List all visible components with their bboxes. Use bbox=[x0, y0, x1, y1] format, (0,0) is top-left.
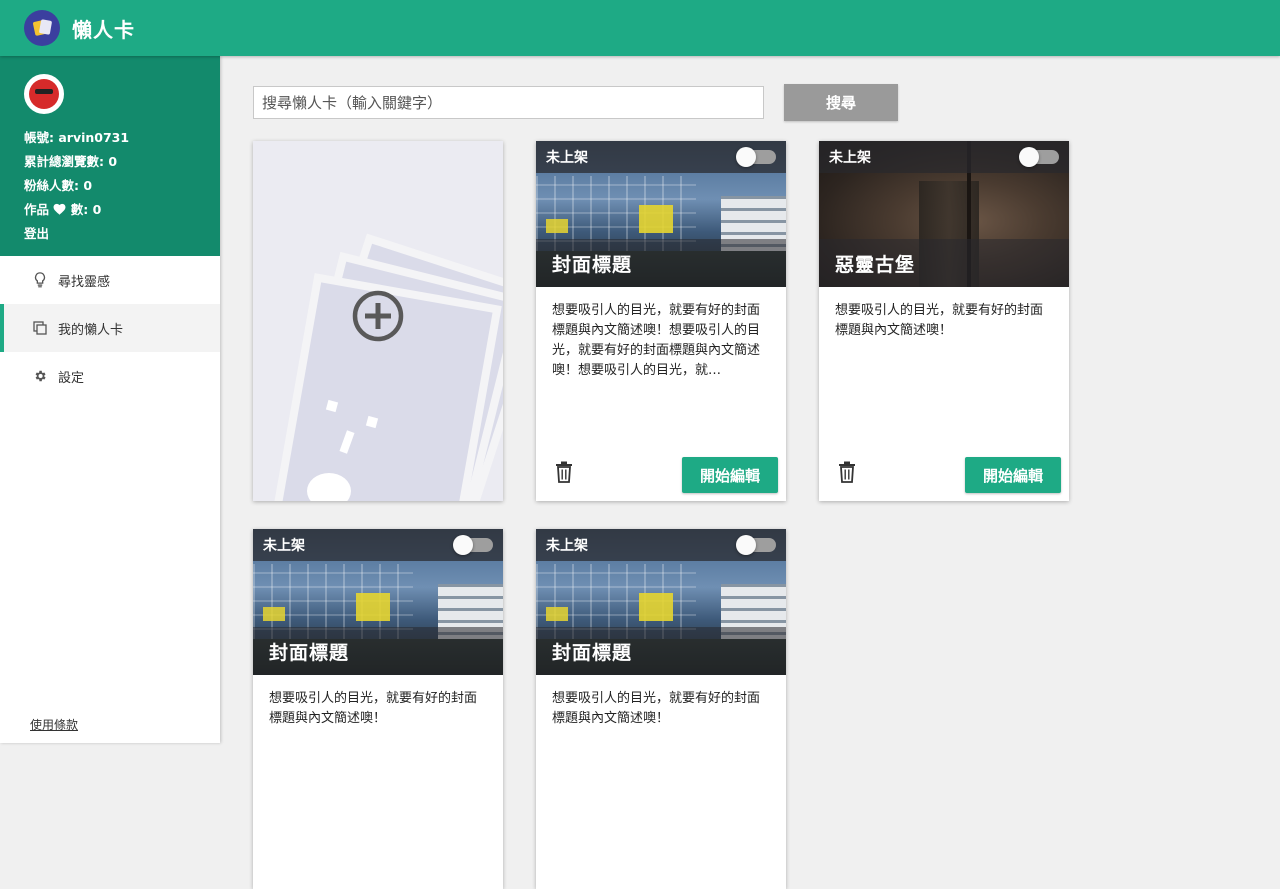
start-edit-button[interactable]: 開始編輯 bbox=[965, 457, 1061, 493]
search-button[interactable]: 搜尋 bbox=[784, 84, 898, 121]
likes-suffix: 數: 0 bbox=[70, 202, 102, 217]
start-edit-button[interactable]: 開始編輯 bbox=[682, 457, 778, 493]
card-description: 想要吸引人的目光，就要有好的封面標題與內文簡述噢！ bbox=[269, 691, 478, 726]
card-cover-image[interactable]: 未上架 封面標題 bbox=[536, 141, 786, 287]
publish-toggle[interactable] bbox=[453, 535, 493, 555]
likes-prefix: 作品 bbox=[24, 202, 50, 217]
sidebar-item-label: 設定 bbox=[58, 370, 85, 386]
likes-line: 作品 數: 0 bbox=[24, 198, 196, 222]
sidebar-item-my-cards[interactable]: 我的懶人卡 bbox=[0, 304, 220, 352]
views-line: 累計總瀏覽數: 0 bbox=[24, 154, 118, 169]
card-title: 封面標題 bbox=[552, 641, 633, 664]
sidebar-item-settings[interactable]: 設定 bbox=[0, 352, 220, 400]
add-circle-icon[interactable] bbox=[352, 290, 404, 342]
avatar[interactable] bbox=[24, 74, 64, 114]
lightbulb-icon bbox=[32, 272, 48, 288]
card-status: 未上架 bbox=[546, 150, 588, 166]
sidebar-item-label: 我的懶人卡 bbox=[58, 322, 124, 338]
fans-line: 粉絲人數: 0 bbox=[24, 178, 93, 193]
card-description: 想要吸引人的目光，就要有好的封面標題與內文簡述噢！ bbox=[552, 691, 761, 726]
profile-panel: 帳號: arvin0731 累計總瀏覽數: 0 粉絲人數: 0 作品 數: 0 … bbox=[0, 56, 220, 256]
sidebar-item-inspiration[interactable]: 尋找靈感 bbox=[0, 256, 220, 304]
publish-toggle[interactable] bbox=[1019, 147, 1059, 167]
publish-toggle[interactable] bbox=[736, 535, 776, 555]
sidebar-item-label: 尋找靈感 bbox=[58, 274, 111, 290]
card-status: 未上架 bbox=[829, 150, 871, 166]
card-status: 未上架 bbox=[263, 538, 305, 554]
gear-icon bbox=[32, 368, 48, 384]
app-title[interactable]: 懶人卡 bbox=[72, 14, 135, 43]
account-line: 帳號: arvin0731 bbox=[24, 130, 130, 145]
trash-icon[interactable] bbox=[837, 461, 857, 483]
card-item: 未上架 封面標題 想要吸引人的目光，就要有好的封面標題與內文簡述噢！ bbox=[253, 529, 503, 889]
top-app-bar: 懶人卡 bbox=[0, 0, 1280, 56]
card-cover-image[interactable]: 未上架 封面標題 bbox=[536, 529, 786, 675]
copy-icon bbox=[32, 320, 48, 336]
sidebar: 帳號: arvin0731 累計總瀏覽數: 0 粉絲人數: 0 作品 數: 0 … bbox=[0, 56, 220, 743]
logout-link[interactable]: 登出 bbox=[24, 222, 196, 246]
card-cover-image[interactable]: 未上架 惡靈古堡 bbox=[819, 141, 1069, 287]
trash-icon[interactable] bbox=[554, 461, 574, 483]
add-card-tile[interactable] bbox=[253, 141, 503, 501]
card-cover-image[interactable]: 未上架 封面標題 bbox=[253, 529, 503, 675]
card-item: 未上架 惡靈古堡 想要吸引人的目光，就要有好的封面標題與內文簡述噢！ 開始編輯 bbox=[819, 141, 1069, 501]
publish-toggle[interactable] bbox=[736, 147, 776, 167]
search-input[interactable] bbox=[253, 86, 764, 119]
card-description: 想要吸引人的目光，就要有好的封面標題與內文簡述噢！想要吸引人的目光，就要有好的封… bbox=[552, 303, 761, 378]
card-description: 想要吸引人的目光，就要有好的封面標題與內文簡述噢！ bbox=[835, 303, 1044, 338]
card-item: 未上架 封面標題 想要吸引人的目光，就要有好的封面標題與內文簡述噢！想要吸引人的… bbox=[536, 141, 786, 501]
card-item: 未上架 封面標題 想要吸引人的目光，就要有好的封面標題與內文簡述噢！ bbox=[536, 529, 786, 889]
card-status: 未上架 bbox=[546, 538, 588, 554]
heart-icon bbox=[53, 203, 66, 215]
sidebar-nav: 尋找靈感 我的懶人卡 設定 bbox=[0, 256, 220, 400]
terms-link[interactable]: 使用條款 bbox=[30, 716, 78, 733]
card-title: 封面標題 bbox=[269, 641, 350, 664]
app-logo[interactable] bbox=[24, 10, 60, 46]
card-title: 惡靈古堡 bbox=[835, 253, 916, 276]
card-title: 封面標題 bbox=[552, 253, 633, 276]
